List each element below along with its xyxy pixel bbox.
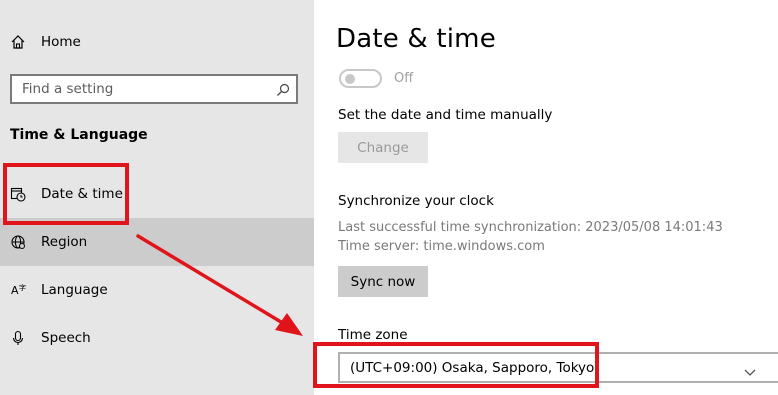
sidebar-item-region[interactable]: Region	[0, 218, 314, 266]
toggle-state-label: Off	[394, 71, 414, 86]
change-button[interactable]: Change	[338, 132, 428, 163]
sync-now-button[interactable]: Sync now	[338, 266, 428, 297]
sidebar-item-label: Home	[41, 34, 81, 50]
last-sync-text: Last successful time synchronization: 20…	[338, 220, 723, 235]
page-title: Date & time	[336, 24, 496, 54]
chevron-down-icon	[744, 363, 756, 376]
sidebar-item-home[interactable]: Home	[0, 18, 314, 66]
svg-text:A: A	[11, 284, 19, 297]
toggle-knob	[345, 74, 355, 84]
search-icon[interactable]	[276, 82, 290, 96]
sidebar-item-speech[interactable]: Speech	[0, 314, 314, 362]
sidebar-item-label: Speech	[41, 330, 91, 346]
section-title: Time & Language	[10, 127, 148, 143]
time-server-text: Time server: time.windows.com	[338, 239, 545, 254]
sidebar-item-language[interactable]: A字 Language	[0, 266, 314, 314]
sidebar-item-label: Region	[41, 234, 88, 250]
search-input[interactable]	[12, 76, 296, 102]
time-zone-label: Time zone	[338, 327, 408, 343]
highlight-box-time-zone	[313, 342, 599, 388]
auto-time-toggle[interactable]	[339, 69, 382, 88]
sync-heading: Synchronize your clock	[338, 193, 494, 209]
manual-time-label: Set the date and time manually	[338, 107, 553, 123]
language-icon: A字	[10, 282, 26, 298]
settings-window: Home Time & Language Date & time Region …	[0, 0, 778, 395]
search-box[interactable]	[10, 74, 298, 104]
main-panel: Date & time Off Set the date and time ma…	[314, 0, 778, 395]
highlight-box-date-time	[3, 163, 129, 225]
globe-icon	[10, 234, 26, 250]
microphone-icon	[10, 330, 26, 346]
svg-text:字: 字	[19, 283, 26, 292]
sidebar-item-label: Language	[41, 282, 108, 298]
home-icon	[10, 34, 26, 50]
